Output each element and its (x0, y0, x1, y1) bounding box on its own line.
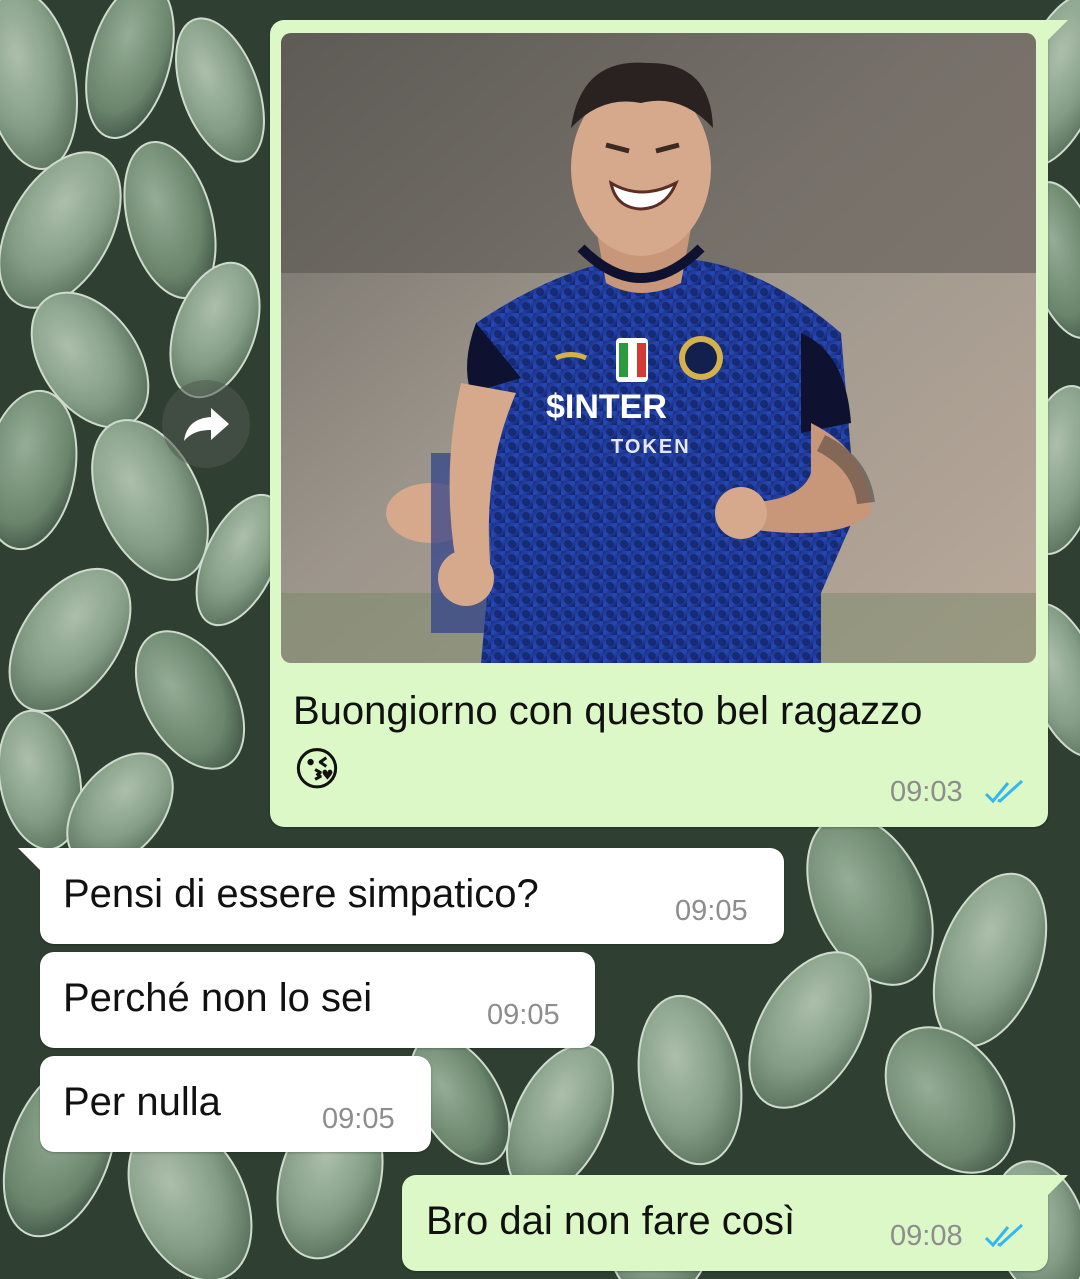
forward-button[interactable] (162, 380, 250, 468)
message-time: 09:05 (675, 895, 748, 927)
message-text: Perché non lo sei (63, 976, 373, 1020)
photo-of-football-player-icon: $INTER TOKEN (281, 33, 1036, 663)
message-time: 09:05 (487, 999, 560, 1031)
kiss-emoji: 😘 (293, 743, 341, 795)
svg-text:TOKEN: TOKEN (611, 436, 691, 458)
message-time: 09:08 (890, 1220, 963, 1252)
message-text: Bro dai non fare così (426, 1199, 796, 1243)
bubble-tail (18, 848, 40, 870)
message-text: Pensi di essere simpatico? (63, 872, 539, 916)
message-time: 09:03 (890, 776, 963, 808)
message-time: 09:05 (322, 1103, 395, 1135)
forward-icon (184, 408, 229, 441)
bubble-tail (1046, 20, 1068, 42)
read-receipt-icon (984, 1223, 1024, 1248)
jersey-sponsor-text: $INTER (546, 388, 667, 426)
message-text: Buongiorno con questo bel ragazzo (293, 689, 923, 733)
shared-photo[interactable]: $INTER TOKEN (281, 33, 1036, 663)
bubble-tail (1046, 1175, 1068, 1197)
read-receipt-icon (984, 779, 1024, 804)
message-text: Per nulla (63, 1080, 221, 1124)
